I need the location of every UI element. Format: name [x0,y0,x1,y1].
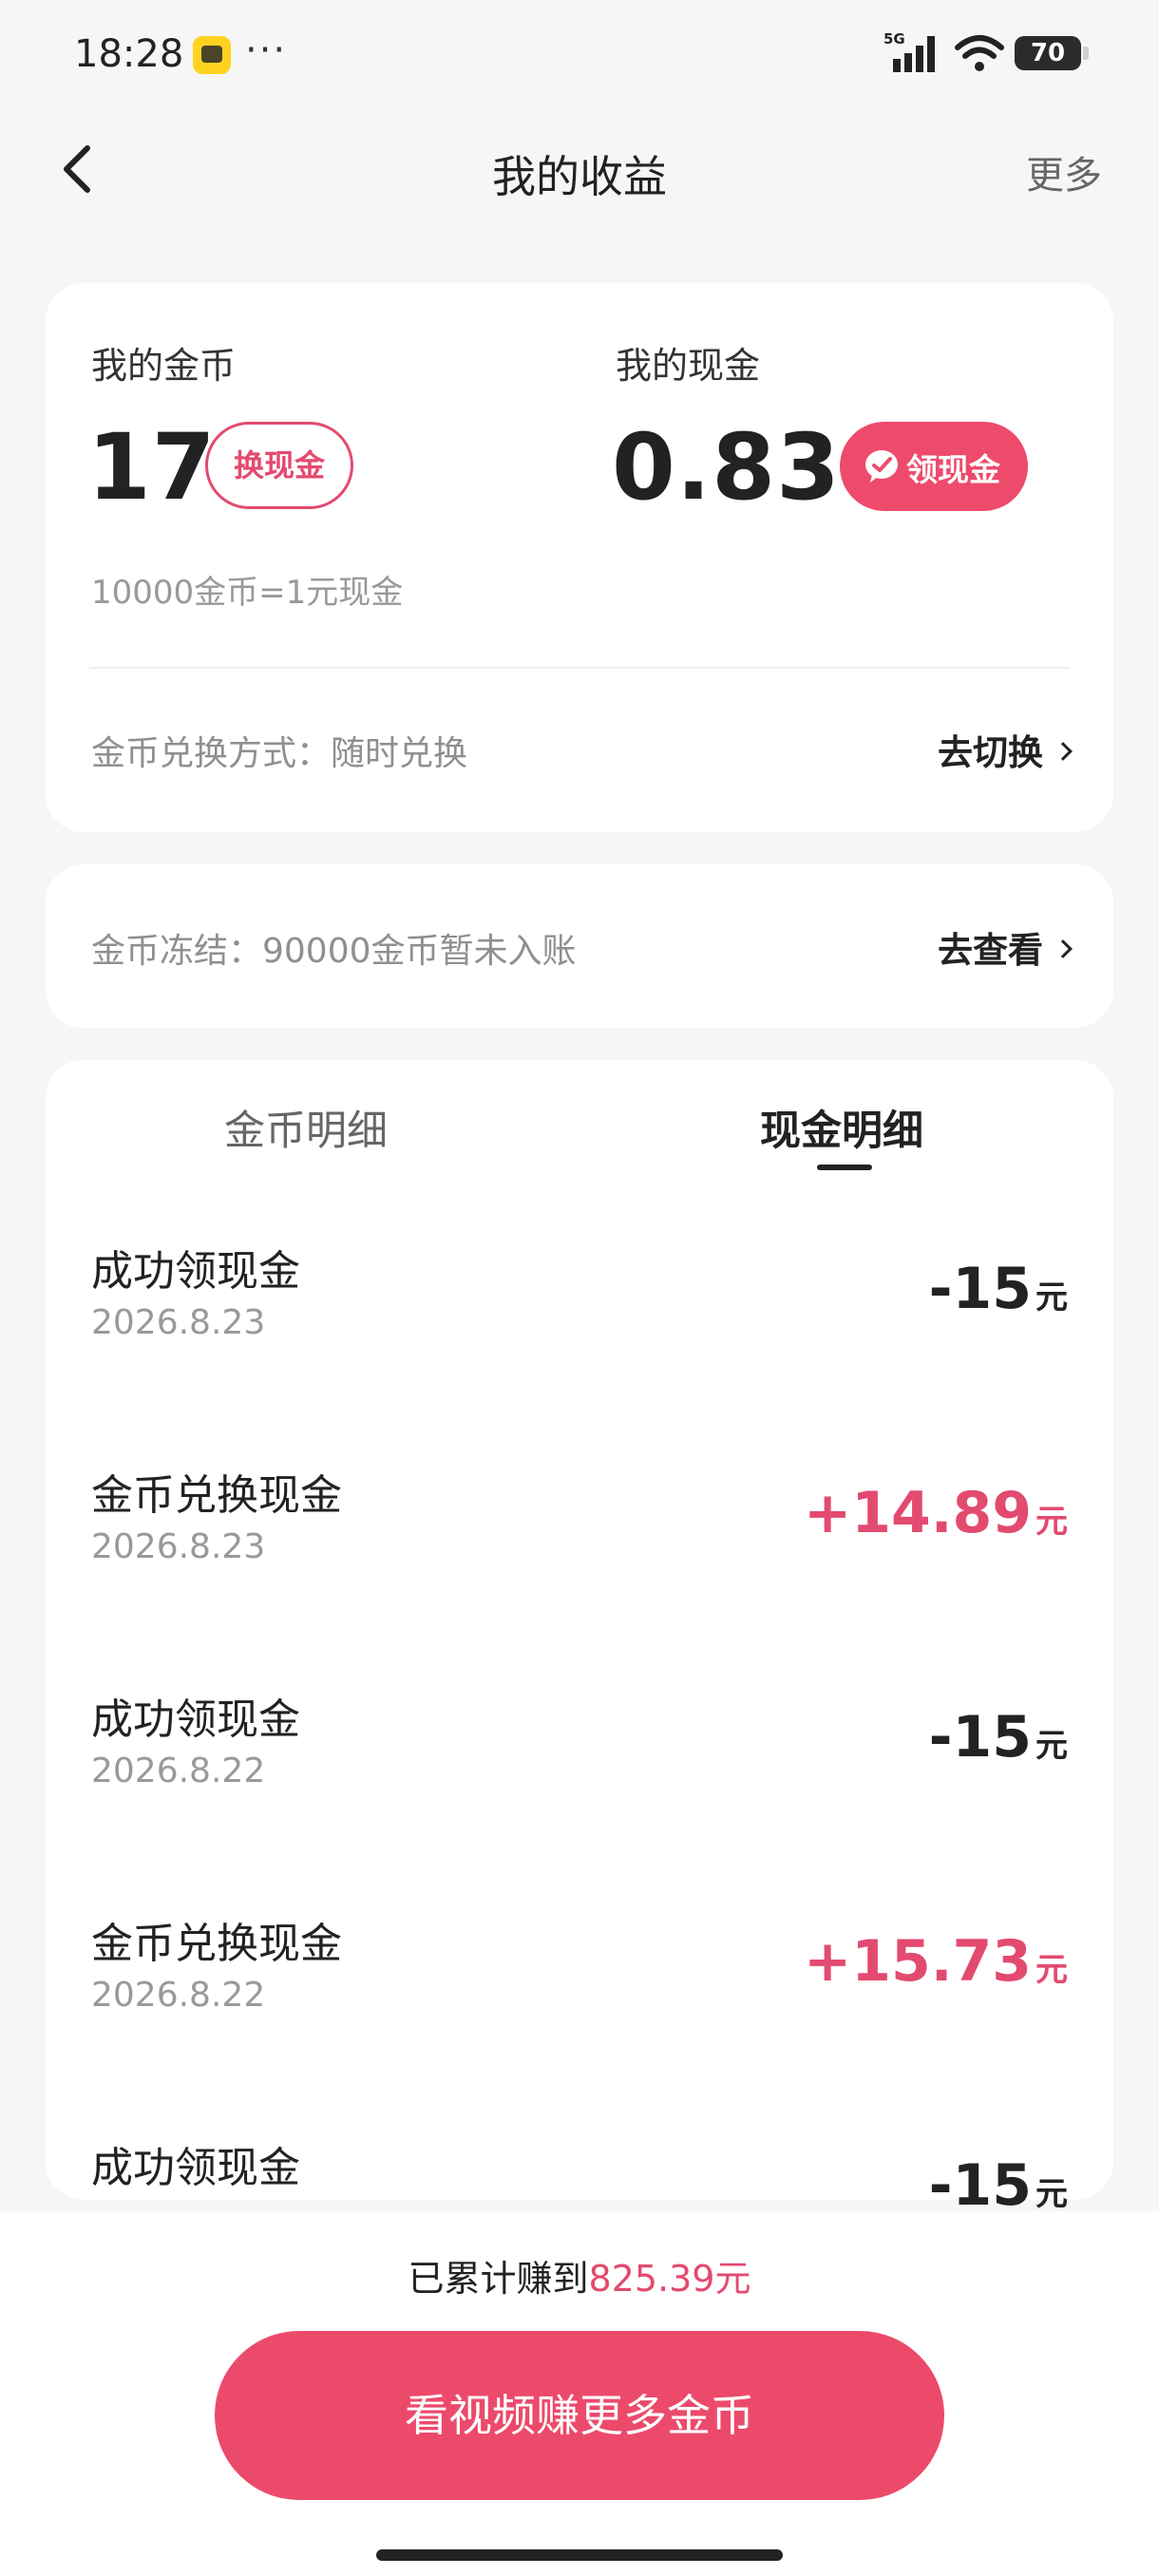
status-bar: 18:28 ··· 5G 70 [0,0,1159,112]
amount-unit: 元 [1036,1279,1068,1316]
page-header: 我的收益 更多 [0,112,1159,226]
page-title: 我的收益 [492,151,667,202]
frozen-coins-text: 金币冻结：90000金币暂未入账 [91,932,577,971]
wifi-icon [955,35,1004,71]
record-date: 2026.8.22 [91,1752,266,1790]
withdraw-cash-button[interactable]: 领现金 [840,422,1028,511]
amount-value: -15 [928,1256,1032,1322]
bottom-bar: 已累计赚到825.39元 看视频赚更多金币 [0,2211,1159,2576]
view-frozen-label: 去查看 [938,930,1043,971]
divider [89,667,1070,669]
tab-coin-detail[interactable]: 金币明细 [224,1098,388,1157]
record-amount: -15 元 [929,1704,1068,1771]
chevron-right-icon [1054,938,1073,958]
amount-value: -15 [928,2152,1032,2219]
record-amount: -15 元 [929,2152,1068,2219]
signal-icon: 5G [884,30,935,72]
detail-card: 金币明细 现金明细 成功领现金 2026.8.23 -15 元 金币兑换现金 20… [46,1060,1113,2219]
list-item: 金币兑换现金 2026.8.22 +15.73 元 [46,1909,1113,2133]
earnings-summary-card: 我的金币 17 换现金 我的现金 0.83 领现金 10000金币=1元现金 金… [46,283,1113,832]
total-earned-prefix: 已累计赚到 [408,2258,589,2300]
record-name: 成功领现金 [91,2144,300,2192]
app-badge-icon [193,36,231,74]
record-amount: -15 元 [929,1256,1068,1322]
list-item: 金币兑换现金 2026.8.23 +14.89 元 [46,1461,1113,1685]
wechat-icon [865,450,898,483]
cash-value: 0.83 [612,414,841,521]
amount-unit: 元 [1036,1503,1068,1541]
exchange-rate: 10000金币=1元现金 [91,574,404,612]
tab-cash-detail[interactable]: 现金明细 [760,1098,923,1157]
coins-label: 我的金币 [91,345,237,387]
exchange-mode: 金币兑换方式：随时兑换 [91,734,468,773]
record-name: 成功领现金 [91,1695,300,1744]
battery-indicator: 70 [1015,36,1089,70]
network-label: 5G [884,30,905,47]
record-date: 2026.8.23 [91,1303,266,1342]
tab-indicator [817,1165,872,1170]
switch-mode-label: 去切换 [938,732,1043,773]
amount-unit: 元 [1036,1951,1068,1989]
amount-value: -15 [928,1704,1032,1771]
amount-unit: 元 [1036,2175,1068,2213]
chevron-right-icon [1054,741,1073,761]
amount-unit: 元 [1036,1727,1068,1765]
coins-value: 17 [87,414,217,521]
list-item: 成功领现金 2026.8.23 -15 元 [46,1237,1113,1461]
withdraw-cash-label: 领现金 [906,451,1000,488]
record-name: 金币兑换现金 [91,1471,342,1520]
view-frozen-link[interactable]: 去查看 [938,921,1073,973]
total-earned-value: 825.39元 [588,2258,751,2300]
amount-value: +14.89 [803,1480,1032,1546]
switch-mode-link[interactable]: 去切换 [938,724,1073,775]
record-date: 2026.8.23 [91,1527,266,1566]
record-amount: +14.89 元 [804,1480,1068,1546]
total-earned: 已累计赚到825.39元 [0,2249,1159,2301]
cash-label: 我的现金 [616,345,761,387]
status-time: 18:28 [74,32,184,76]
more-button[interactable]: 更多 [1026,144,1102,199]
record-name: 成功领现金 [91,1247,300,1296]
record-name: 金币兑换现金 [91,1920,342,1968]
list-item: 成功领现金 2026.8.22 -15 元 [46,1685,1113,1909]
home-indicator[interactable] [376,2549,783,2561]
record-amount: +15.73 元 [804,1928,1068,1995]
watch-video-button[interactable]: 看视频赚更多金币 [215,2331,944,2500]
record-date: 2026.8.22 [91,1976,266,2015]
frozen-coins-card: 金币冻结：90000金币暂未入账 去查看 [46,864,1113,1028]
amount-value: +15.73 [803,1928,1032,1995]
exchange-cash-button[interactable]: 换现金 [205,422,353,509]
overflow-dots: ··· [245,28,288,72]
